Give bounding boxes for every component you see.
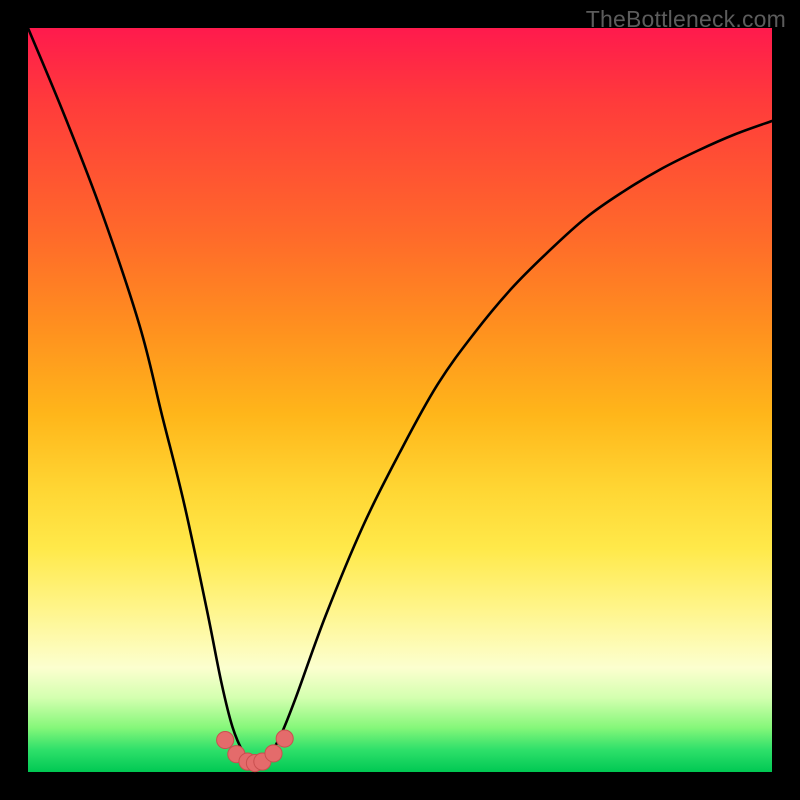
chart-frame: TheBottleneck.com [0, 0, 800, 800]
bottleneck-curve [28, 28, 772, 762]
watermark-text: TheBottleneck.com [586, 6, 786, 33]
valley-marker [276, 730, 293, 747]
chart-svg [28, 28, 772, 772]
valley-markers-group [217, 730, 294, 772]
chart-plot-area [28, 28, 772, 772]
valley-marker [217, 731, 234, 748]
valley-marker [265, 745, 282, 762]
